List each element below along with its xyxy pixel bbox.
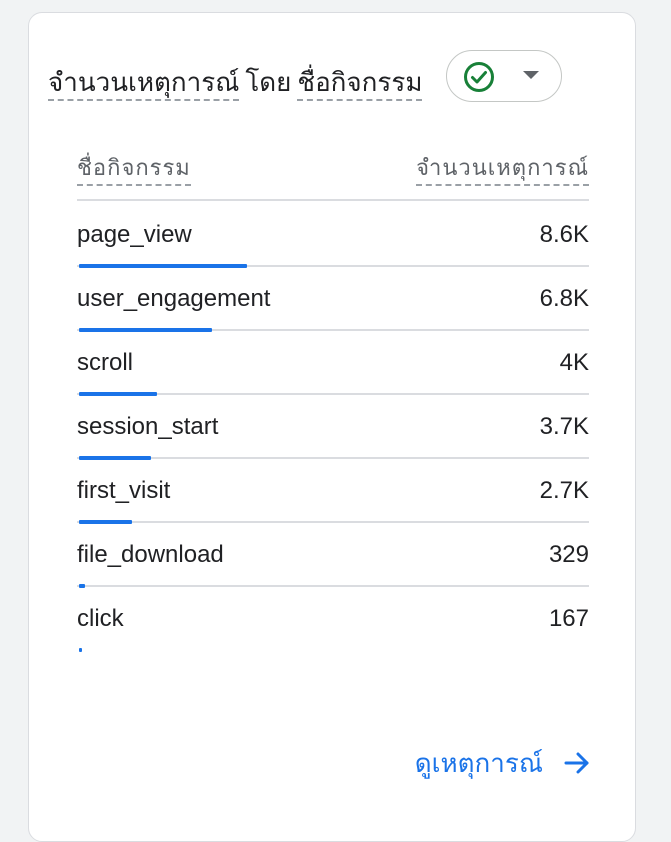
event-name-cell: page_view [77,221,192,248]
event-name-cell: file_download [77,541,224,568]
event-table: page_view 8.6K user_engagement 6.8K scroll 4K… [77,202,589,652]
view-events-link[interactable]: ดูเหตุการณ์ [415,746,591,780]
card-title: จำนวนเหตุการณ์ โดย ชื่อกิจกรรม [48,66,423,101]
event-name-cell: user_engagement [77,285,271,312]
event-name-cell: first_visit [77,477,171,504]
caret-down-icon [523,71,539,79]
event-count-cell: 329 [548,541,589,568]
event-name-cell: scroll [77,349,134,376]
title-by-text: โดย [245,67,292,97]
dimension-label[interactable]: ชื่อกิจกรรม [297,67,423,101]
event-count-cell: 3.7K [539,413,589,440]
table-row[interactable]: session_start 3.7K [77,394,589,460]
comparison-dropdown-button[interactable] [446,50,562,102]
table-row[interactable]: click 167 [77,586,589,652]
column-header-event-name[interactable]: ชื่อกิจกรรม [77,154,191,186]
column-header-event-count[interactable]: จำนวนเหตุการณ์ [416,154,589,186]
event-name-cell: session_start [77,413,219,440]
table-row[interactable]: first_visit 2.7K [77,458,589,524]
event-count-cell: 8.6K [539,221,589,248]
table-row[interactable]: scroll 4K [77,330,589,396]
metric-label[interactable]: จำนวนเหตุการณ์ [48,67,240,101]
event-count-cell: 4K [559,349,589,376]
card-header: จำนวนเหตุการณ์ โดย ชื่อกิจกรรม [48,50,562,106]
view-events-label: ดูเหตุการณ์ [414,747,543,778]
check-circle-icon [464,62,494,92]
event-count-cell: 6.8K [539,285,589,312]
table-row[interactable]: page_view 8.6K [77,202,589,268]
arrow-right-icon [564,752,589,774]
header-divider [77,199,589,201]
event-name-cell: click [77,605,124,632]
event-count-bar [79,648,82,652]
event-count-cell: 2.7K [539,477,589,504]
table-row[interactable]: file_download 329 [77,522,589,588]
event-count-cell: 167 [548,605,589,632]
table-row[interactable]: user_engagement 6.8K [77,266,589,332]
